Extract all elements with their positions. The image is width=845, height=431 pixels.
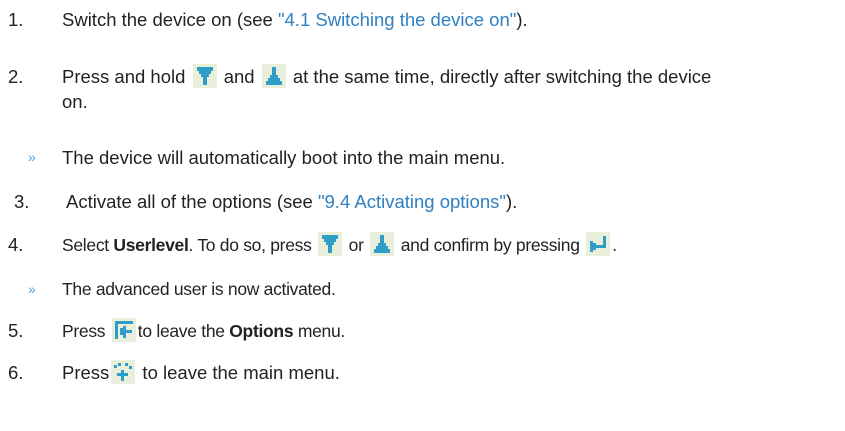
- step-text: Press to leave the Options menu.: [62, 318, 845, 344]
- step-2: 2. Press and hold and at the same time, …: [0, 64, 845, 114]
- arrow-up-icon: [370, 232, 395, 256]
- step-text-part: and confirm by pressing: [400, 235, 580, 255]
- step-number: 3.: [14, 191, 30, 212]
- step-text: Switch the device on (see "4.1 Switching…: [62, 7, 845, 32]
- step-text-part: or: [348, 235, 364, 255]
- cross-reference-link[interactable]: "9.4 Activating options": [318, 191, 506, 212]
- home-icon: [111, 360, 136, 384]
- step-number: 1.: [8, 9, 24, 30]
- step-text-part: Press: [62, 362, 110, 383]
- step-text-part: .: [612, 235, 617, 255]
- step-number: 4.: [8, 234, 24, 255]
- arrow-up-icon: [261, 64, 286, 88]
- result-marker: »: [28, 281, 36, 297]
- step-number: 2.: [8, 66, 24, 87]
- step-text: Press to leave the main menu.: [62, 360, 845, 385]
- enter-icon: [586, 232, 611, 256]
- step-text-part: at the same time, directly after switchi…: [292, 66, 712, 87]
- arrow-down-icon: [192, 64, 217, 88]
- step-text-part: . To do so, press: [188, 235, 312, 255]
- step-text-part: Activate all of the options (see: [66, 191, 318, 212]
- menu-item-name: Userlevel: [113, 235, 189, 255]
- arrow-down-icon: [318, 232, 343, 256]
- step-text-part: Press: [62, 321, 106, 341]
- back-icon: [111, 318, 136, 342]
- step-text-part: ).: [516, 9, 528, 30]
- step-text: Select Userlevel. To do so, press or and…: [62, 232, 845, 258]
- step-text-part: Switch the device on (see: [62, 9, 278, 30]
- step-text-part: menu.: [293, 321, 345, 341]
- cross-reference-link[interactable]: "4.1 Switching the device on": [278, 9, 516, 30]
- step-text-part: on.: [62, 91, 88, 112]
- result-text: The advanced user is now activated.: [62, 279, 336, 299]
- step-text-part: Select: [62, 235, 114, 255]
- step-text-part: and: [223, 66, 255, 87]
- menu-name: Options: [229, 321, 294, 341]
- step-text: Press and hold and at the same time, dir…: [62, 64, 845, 114]
- result-marker: »: [28, 149, 36, 165]
- step-text-part: to leave the main menu.: [137, 362, 340, 383]
- step-number: 5.: [8, 320, 24, 341]
- step-text-part: Press and hold: [62, 66, 186, 87]
- result-text: The device will automatically boot into …: [62, 147, 506, 168]
- step-text: Activate all of the options (see "9.4 Ac…: [66, 189, 845, 214]
- step-number: 6.: [8, 362, 24, 383]
- step-text-part: to leave the: [137, 321, 230, 341]
- step-text-part: ).: [505, 191, 518, 212]
